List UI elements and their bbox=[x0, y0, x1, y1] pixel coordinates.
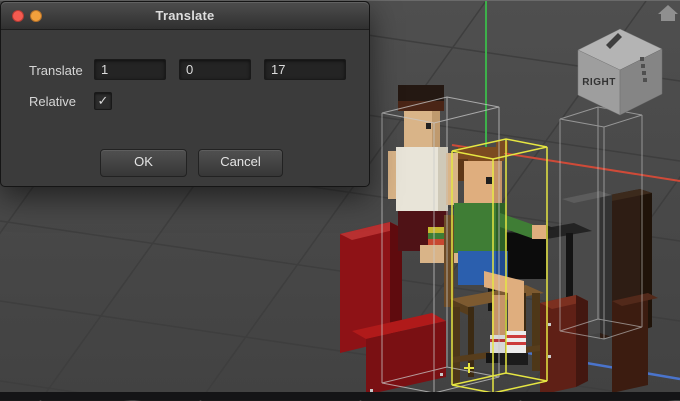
relative-checkbox[interactable]: ✓ bbox=[94, 92, 112, 110]
translate-z-input[interactable] bbox=[264, 59, 346, 80]
home-icon bbox=[658, 5, 678, 14]
window-edge bbox=[0, 392, 680, 400]
relative-label: Relative bbox=[29, 94, 76, 109]
translate-label: Translate bbox=[29, 63, 83, 78]
dialog-title: Translate bbox=[1, 8, 369, 23]
app-window: RIGHT Translate Translate bbox=[0, 0, 680, 400]
view-cube-face-label: RIGHT bbox=[582, 77, 616, 88]
checkmark-icon: ✓ bbox=[98, 93, 109, 108]
cancel-button[interactable]: Cancel bbox=[198, 149, 283, 177]
translate-dialog: Translate Translate Relative ✓ OK Cancel bbox=[0, 1, 370, 187]
translate-x-input[interactable] bbox=[94, 59, 166, 80]
dialog-titlebar[interactable]: Translate bbox=[1, 2, 369, 30]
view-cube[interactable]: RIGHT bbox=[578, 29, 662, 115]
home-button[interactable] bbox=[658, 5, 678, 21]
voxel-monitor bbox=[502, 233, 546, 279]
ok-button[interactable]: OK bbox=[100, 149, 187, 177]
translate-y-input[interactable] bbox=[179, 59, 251, 80]
